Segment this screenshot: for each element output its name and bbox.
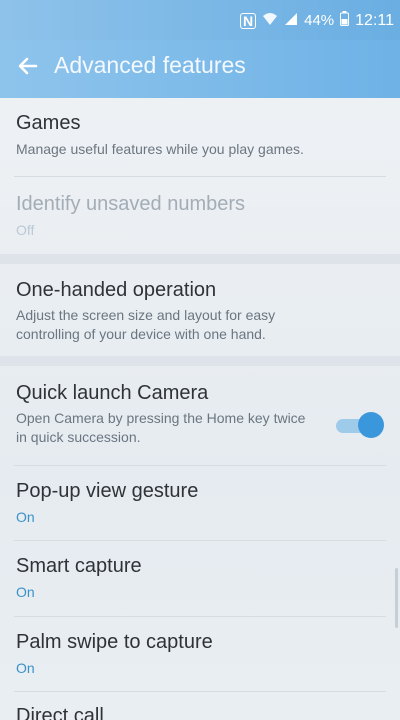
setting-title: One-handed operation bbox=[16, 279, 217, 301]
scrollbar[interactable] bbox=[395, 568, 398, 628]
setting-title: Games bbox=[16, 112, 81, 134]
setting-identify-unsaved-numbers: Identify unsaved numbers Off bbox=[0, 177, 400, 254]
setting-subtitle: Adjust the screen size and layout for ea… bbox=[16, 307, 276, 342]
setting-status: On bbox=[16, 584, 35, 600]
setting-status: On bbox=[16, 509, 35, 525]
toggle-knob bbox=[358, 412, 384, 438]
setting-subtitle: Manage useful features while you play ga… bbox=[16, 141, 304, 157]
settings-list[interactable]: Games Manage useful features while you p… bbox=[0, 98, 400, 720]
setting-title: Palm swipe to capture bbox=[16, 631, 213, 653]
clock: 12:11 bbox=[355, 11, 394, 29]
setting-title: Identify unsaved numbers bbox=[16, 193, 246, 215]
setting-games[interactable]: Games Manage useful features while you p… bbox=[0, 98, 400, 176]
app-bar: Advanced features bbox=[0, 40, 400, 98]
battery-icon bbox=[340, 11, 350, 30]
page-title: Advanced features bbox=[54, 52, 246, 78]
section-gap bbox=[0, 356, 400, 366]
setting-subtitle: Open Camera by pressing the Home key twi… bbox=[16, 410, 306, 445]
setting-title: Direct call bbox=[16, 705, 104, 720]
setting-title: Pop-up view gesture bbox=[16, 480, 199, 502]
setting-quick-launch-camera[interactable]: Quick launch Camera Open Camera by press… bbox=[0, 366, 400, 465]
signal-icon bbox=[284, 12, 298, 30]
section-gap bbox=[0, 254, 400, 264]
quick-launch-camera-toggle[interactable] bbox=[336, 412, 384, 438]
setting-status: On bbox=[16, 660, 35, 676]
setting-title: Quick launch Camera bbox=[16, 382, 209, 404]
arrow-left-icon[interactable] bbox=[14, 52, 42, 80]
status-bar: N 44% 12:11 bbox=[0, 0, 400, 40]
setting-pop-up-view-gesture[interactable]: Pop-up view gesture On bbox=[0, 466, 400, 540]
setting-direct-call[interactable]: Direct call bbox=[0, 692, 400, 720]
setting-title: Smart capture bbox=[16, 555, 142, 577]
battery-percent: 44% bbox=[304, 12, 335, 29]
setting-one-handed-operation[interactable]: One-handed operation Adjust the screen s… bbox=[0, 264, 400, 356]
setting-smart-capture[interactable]: Smart capture On bbox=[0, 541, 400, 616]
nfc-icon: N bbox=[239, 12, 257, 29]
setting-status: Off bbox=[16, 222, 35, 238]
wifi-icon bbox=[262, 12, 278, 30]
setting-palm-swipe-to-capture[interactable]: Palm swipe to capture On bbox=[0, 617, 400, 691]
